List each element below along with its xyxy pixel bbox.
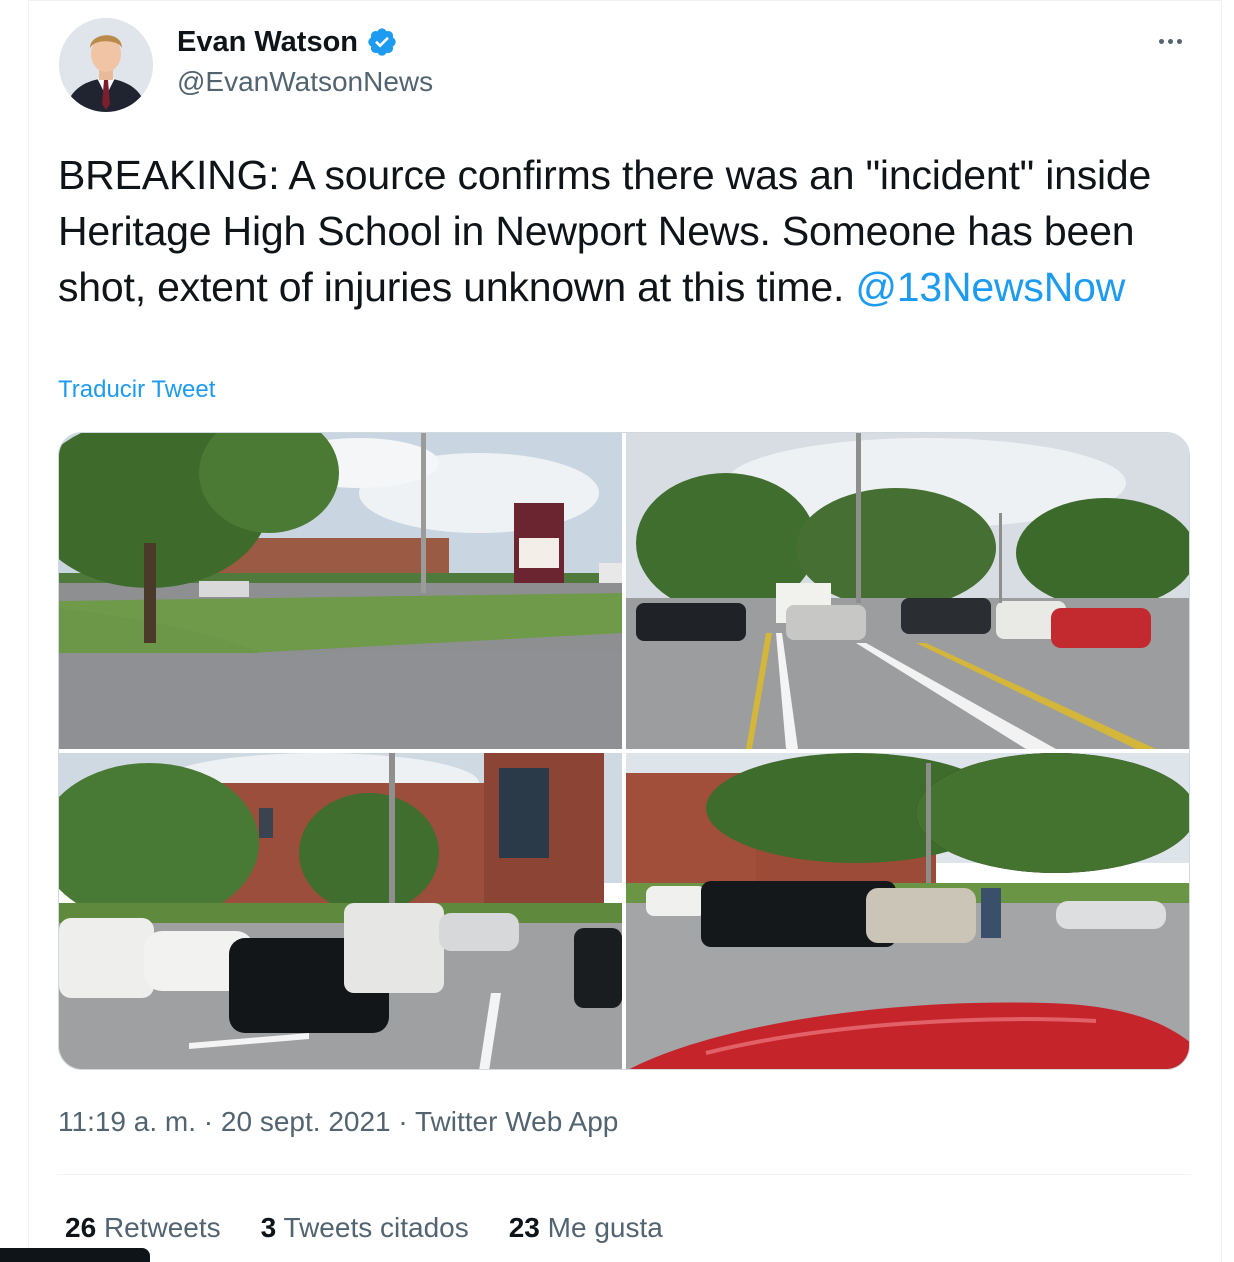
retweets-count: 26 [65,1212,97,1243]
dot [1167,38,1173,44]
likes-stat[interactable]: 23 Me gusta [509,1208,663,1248]
mention-link[interactable]: @13NewsNow [855,264,1125,310]
verified-badge-icon [366,26,398,58]
likes-label: Me gusta [547,1212,663,1243]
quotes-count: 3 [260,1212,277,1243]
quote-tweets-stat[interactable]: 3 Tweets citados [261,1208,469,1248]
photo-school-sign[interactable] [59,433,622,749]
tweet-text: BREAKING: A source confirms there was an… [58,147,1193,315]
author-handle[interactable]: @EvanWatsonNews [177,64,433,100]
tweet-meta: 11:19 a. m. · 20 sept. 2021 · Twitter We… [58,1102,618,1142]
quotes-label: Tweets citados [283,1212,469,1243]
divider [58,1174,1190,1175]
tweet-source[interactable]: Twitter Web App [415,1106,618,1137]
photo-parking-ambulance[interactable] [626,433,1189,749]
author-name-text: Evan Watson [177,26,359,58]
tweet-date[interactable]: 20 sept. 2021 [221,1106,391,1137]
author-name[interactable]: Evan Watson [177,24,398,60]
scrollbar-thumb[interactable] [0,1248,150,1262]
retweets-label: Retweets [103,1212,221,1243]
author-avatar[interactable] [59,18,153,112]
meta-separator: · [390,1106,415,1137]
dot [1158,38,1164,44]
dot [1176,38,1182,44]
media-grid [58,432,1190,1070]
translate-tweet-link[interactable]: Traducir Tweet [58,376,215,404]
tweet-stats: 26 Retweets 3 Tweets citados 23 Me gusta [65,1208,663,1248]
tweet-time[interactable]: 11:19 a. m. [58,1106,196,1137]
meta-separator: · [196,1106,221,1137]
more-options-icon[interactable] [1150,26,1190,56]
photo-school-building[interactable] [59,753,622,1069]
likes-count: 23 [508,1212,540,1243]
photo-police-vehicles[interactable] [626,753,1189,1069]
retweets-stat[interactable]: 26 Retweets [65,1208,221,1248]
